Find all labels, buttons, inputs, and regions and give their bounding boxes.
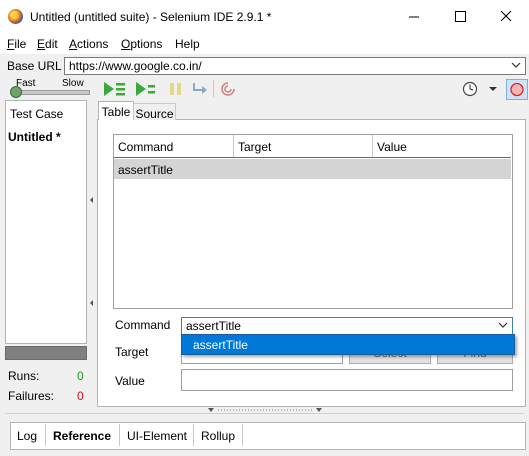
- chevron-down-icon: [511, 62, 521, 68]
- column-divider: [233, 135, 234, 157]
- table-row[interactable]: [114, 159, 511, 179]
- runs-value: 0: [77, 369, 84, 383]
- target-label: Target: [115, 345, 149, 359]
- command-dropdown-toggle[interactable]: [496, 318, 510, 332]
- table-header: [114, 135, 511, 158]
- tab-reference[interactable]: Reference: [53, 429, 111, 443]
- column-header-value[interactable]: Value: [377, 140, 407, 154]
- failures-value: 0: [77, 389, 84, 403]
- play-test-icon: [136, 82, 155, 96]
- step-button[interactable]: [191, 81, 209, 97]
- tab-divider: [45, 424, 46, 446]
- splitter-grip-icon: [90, 197, 93, 306]
- minimize-button[interactable]: [391, 0, 437, 33]
- command-label: Command: [115, 318, 171, 332]
- close-icon: [500, 10, 512, 22]
- firefox-icon: [8, 9, 23, 24]
- tab-divider: [193, 424, 194, 446]
- menu-options[interactable]: Options: [121, 37, 162, 51]
- speed-slider[interactable]: [13, 90, 90, 95]
- schedule-button[interactable]: [462, 81, 480, 97]
- menu-edit[interactable]: Edit: [37, 37, 58, 51]
- test-case-item[interactable]: Untitled *: [8, 130, 61, 144]
- schedule-dropdown[interactable]: [487, 81, 505, 97]
- play-test-button[interactable]: [135, 81, 155, 97]
- chevron-down-icon: [498, 322, 508, 328]
- menu-file[interactable]: File: [7, 37, 26, 51]
- clock-icon: [462, 81, 478, 97]
- base-url-value: https://www.google.co.in/: [69, 59, 202, 73]
- column-divider: [372, 135, 373, 157]
- maximize-icon: [455, 11, 466, 22]
- tab-rollup[interactable]: Rollup: [201, 429, 235, 443]
- column-header-command[interactable]: Command: [118, 140, 173, 154]
- command-input-value: assertTitle: [186, 319, 241, 333]
- dropdown-option[interactable]: assertTitle: [193, 338, 248, 352]
- tab-divider: [242, 424, 243, 446]
- table-cell-command: assertTitle: [118, 163, 173, 177]
- play-suite-icon: [104, 82, 125, 96]
- tab-divider: [119, 424, 120, 446]
- value-label: Value: [115, 374, 145, 388]
- tab-table[interactable]: Table: [98, 101, 134, 120]
- pause-icon: [170, 83, 181, 95]
- speed-slow-label: Slow: [62, 78, 84, 89]
- column-header-target[interactable]: Target: [238, 140, 271, 154]
- panel-splitter[interactable]: [89, 100, 94, 405]
- maximize-button[interactable]: [437, 0, 483, 33]
- speed-slider-thumb[interactable]: [10, 86, 22, 98]
- record-button[interactable]: [506, 79, 528, 100]
- runs-label: Runs:: [8, 369, 40, 383]
- pause-button[interactable]: [168, 81, 186, 97]
- failures-label: Failures:: [8, 389, 55, 403]
- base-url-dropdown[interactable]: [508, 57, 524, 73]
- play-suite-button[interactable]: [103, 81, 125, 97]
- base-url-label: Base URL: [7, 59, 62, 73]
- menu-actions[interactable]: Actions: [69, 37, 108, 51]
- window-title: Untitled (untitled suite) - Selenium IDE…: [30, 10, 272, 24]
- record-icon: [510, 82, 524, 97]
- step-icon: [193, 83, 207, 94]
- caret-down-icon: [489, 87, 497, 91]
- tab-log[interactable]: Log: [17, 429, 37, 443]
- tab-source[interactable]: Source: [133, 103, 176, 121]
- toolbar-separator: [213, 80, 214, 97]
- tab-ui-element[interactable]: UI-Element: [127, 429, 187, 443]
- bottom-splitter[interactable]: [208, 404, 322, 412]
- menu-help[interactable]: Help: [175, 37, 200, 51]
- menu-bar: File Edit Actions Options Help: [0, 33, 529, 54]
- value-input[interactable]: [181, 369, 513, 391]
- rollup-icon: [221, 82, 235, 96]
- test-case-header: Test Case: [10, 107, 64, 121]
- progress-bar: [5, 346, 87, 360]
- minimize-icon: [409, 16, 419, 18]
- rollup-button[interactable]: [220, 81, 238, 97]
- close-button[interactable]: [483, 0, 529, 33]
